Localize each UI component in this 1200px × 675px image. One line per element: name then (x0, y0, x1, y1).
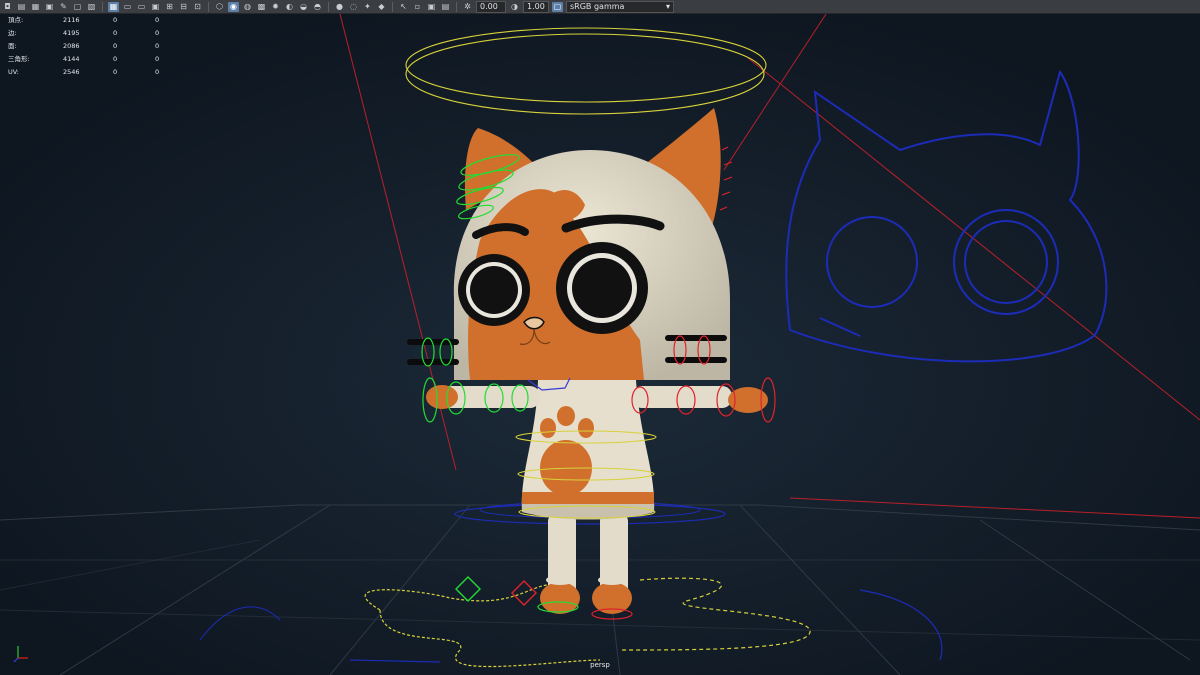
image-toggle-icon[interactable]: ▤ (440, 2, 451, 12)
hud-value: 0 (155, 68, 160, 76)
hud-value: 0 (113, 55, 118, 63)
safe-title-icon[interactable]: ⊡ (192, 2, 203, 12)
safe-action-icon[interactable]: ⊟ (178, 2, 189, 12)
toolbar-separator (328, 1, 329, 12)
hud-value: 2086 (63, 42, 80, 50)
toolbar-separator (208, 1, 209, 12)
grid-icon[interactable]: ▦ (108, 1, 119, 12)
textured-icon[interactable]: ▩ (256, 2, 267, 12)
image-plane-icon[interactable]: ▣ (44, 2, 55, 12)
hud-label: 面: (8, 42, 17, 50)
hud-row-vertices: 頂点: 2116 0 0 (8, 14, 175, 27)
hud-row-triangles: 三角形: 4144 0 0 (8, 53, 175, 66)
color-management-icon[interactable]: ▢ (552, 1, 563, 12)
hud-value: 0 (155, 29, 160, 37)
exposure-icon: ✲ (464, 1, 471, 11)
xray-icon[interactable]: ◌ (348, 2, 359, 12)
motion-blur-icon[interactable]: ◓ (312, 2, 323, 12)
isolate-select-icon[interactable]: ● (334, 2, 345, 12)
hud-value: 2546 (63, 68, 80, 76)
lights-icon[interactable]: ✹ (270, 2, 281, 12)
gamma-icon: ◑ (511, 1, 518, 11)
poly-count-hud: 頂点: 2116 0 0 边: 4195 0 0 面: 2086 0 0 三角形… (8, 14, 175, 79)
gate-mask-icon[interactable]: ▣ (150, 2, 161, 12)
wireframe-on-shaded-icon[interactable]: ◍ (242, 2, 253, 12)
select-cursor-icon[interactable]: ↖ (398, 2, 409, 12)
grease-pencil-icon[interactable]: ✎ (58, 2, 69, 12)
exposure-field[interactable]: 0.00 (476, 0, 506, 13)
resolution-gate-icon[interactable]: ▭ (136, 2, 147, 12)
field-chart-icon[interactable]: ⊞ (164, 2, 175, 12)
bookmark-icon[interactable]: ▤ (16, 2, 27, 12)
camera-icon[interactable]: ◘ (2, 2, 13, 12)
hud-value: 0 (155, 42, 160, 50)
view-transform-value: sRGB gamma (570, 1, 625, 11)
toolbar-separator (392, 1, 393, 12)
ambient-occlusion-icon[interactable]: ◒ (298, 2, 309, 12)
object-mode-icon[interactable]: ▫ (412, 2, 423, 12)
hud-value: 0 (113, 16, 118, 24)
hud-label: 三角形: (8, 55, 30, 63)
hud-value: 0 (113, 68, 118, 76)
hud-row-edges: 边: 4195 0 0 (8, 27, 175, 40)
hud-label: UV: (8, 68, 19, 76)
hud-value: 4144 (63, 55, 80, 63)
view-transform-select[interactable]: sRGB gamma ▾ (566, 0, 674, 13)
hud-value: 0 (155, 55, 160, 63)
hud-row-uvs: UV: 2546 0 0 (8, 66, 175, 79)
smooth-shade-icon[interactable]: ◉ (228, 1, 239, 12)
hud-value: 0 (113, 29, 118, 37)
hud-value: 0 (113, 42, 118, 50)
frame-icon[interactable]: ▢ (72, 2, 83, 12)
film-gate-icon[interactable]: ▭ (122, 2, 133, 12)
camera-name-label: persp (590, 661, 610, 669)
xray-active-icon[interactable]: ◆ (376, 2, 387, 12)
perspective-viewport[interactable] (0, 14, 1200, 675)
film-icon[interactable]: ▦ (30, 2, 41, 12)
shadows-icon[interactable]: ◐ (284, 2, 295, 12)
hud-row-faces: 面: 2086 0 0 (8, 40, 175, 53)
hud-value: 0 (155, 16, 160, 24)
hud-value: 4195 (63, 29, 80, 37)
toolbar-separator (102, 1, 103, 12)
gamma-field[interactable]: 1.00 (523, 0, 549, 13)
wireframe-icon[interactable]: ⬡ (214, 2, 225, 12)
hud-value: 2116 (63, 16, 80, 24)
xray-joints-icon[interactable]: ✦ (362, 2, 373, 12)
chevron-down-icon: ▾ (665, 1, 670, 11)
hud-label: 頂点: (8, 16, 24, 24)
snapshot-icon[interactable]: ▧ (86, 2, 97, 12)
viewport-toolbar: ◘ ▤ ▦ ▣ ✎ ▢ ▧ ▦ ▭ ▭ ▣ ⊞ ⊟ ⊡ ⬡ ◉ ◍ ▩ ✹ ◐ … (0, 0, 1200, 14)
camera-attr-icon[interactable]: ▣ (426, 2, 437, 12)
toolbar-separator (456, 1, 457, 12)
hud-label: 边: (8, 29, 17, 37)
